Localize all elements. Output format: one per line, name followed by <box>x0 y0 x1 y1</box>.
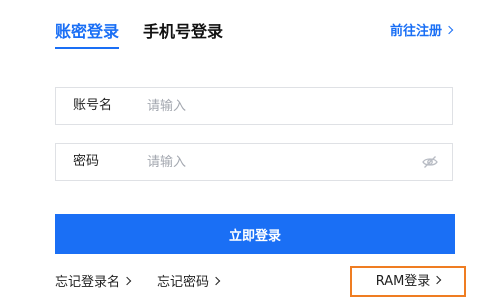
eye-hidden-icon[interactable] <box>422 155 438 169</box>
register-link-label: 前往注册 <box>389 24 442 39</box>
tab-phone-login[interactable]: 手机号登录 <box>143 20 223 44</box>
password-input[interactable] <box>147 144 407 180</box>
password-field: 密码 <box>55 143 453 181</box>
chevron-right-icon <box>444 25 454 35</box>
chevron-right-icon <box>433 275 442 285</box>
forgot-password-label: 忘记密码 <box>157 275 210 290</box>
chevron-right-icon <box>211 276 221 286</box>
account-field: 账号名 <box>55 87 453 125</box>
account-label: 账号名 <box>73 98 113 113</box>
ram-login-link[interactable]: RAM登录 <box>350 266 466 297</box>
forgot-username-label: 忘记登录名 <box>55 275 121 290</box>
forgot-username-link[interactable]: 忘记登录名 <box>55 273 132 293</box>
ram-login-label: RAM登录 <box>375 274 431 289</box>
password-label: 密码 <box>73 154 100 169</box>
tab-account-login[interactable]: 账密登录 <box>55 20 120 49</box>
chevron-right-icon <box>122 276 132 286</box>
login-button[interactable]: 立即登录 <box>55 214 455 254</box>
forgot-password-link[interactable]: 忘记密码 <box>157 273 221 293</box>
register-link[interactable]: 前往注册 <box>389 22 454 42</box>
account-input[interactable] <box>147 88 407 124</box>
